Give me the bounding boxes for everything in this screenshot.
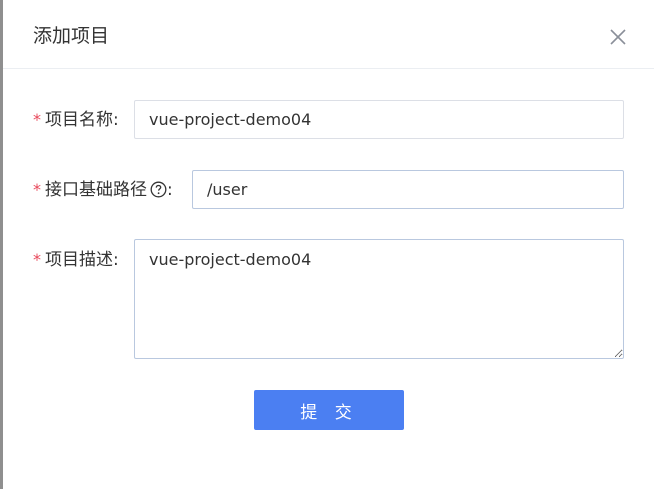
submit-button[interactable]: 提 交: [254, 390, 404, 430]
base-path-input[interactable]: [192, 170, 624, 209]
base-path-label: * 接口基础路径:: [33, 170, 173, 213]
dialog-header: 添加项目: [3, 0, 654, 69]
dialog-title: 添加项目: [33, 25, 110, 47]
project-name-label: * 项目名称:: [33, 110, 119, 130]
required-mark: *: [33, 110, 41, 129]
required-mark: *: [33, 250, 41, 269]
description-textarea[interactable]: vue-project-demo04: [134, 239, 624, 359]
add-project-dialog: 添加项目 *项目名称: *接口基础路径: *项目描述: vue-project-…: [3, 0, 654, 489]
required-mark: *: [33, 180, 41, 199]
description-label: * 项目描述:: [33, 250, 119, 270]
project-name-input[interactable]: [134, 100, 624, 139]
close-icon[interactable]: [608, 27, 628, 47]
question-circle-icon[interactable]: [150, 173, 167, 213]
